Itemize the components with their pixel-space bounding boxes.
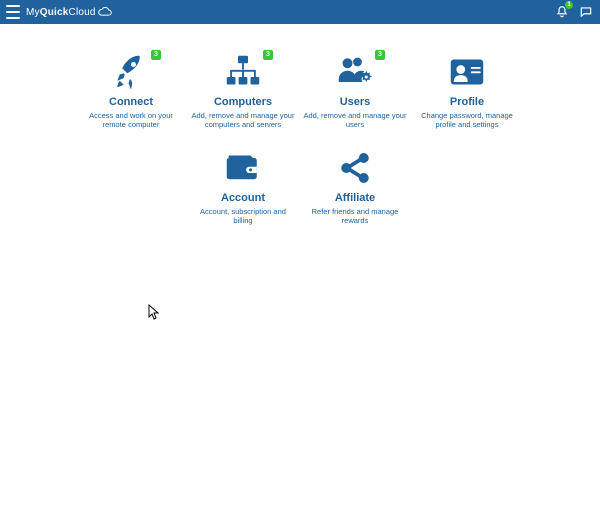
tiles-grid: 3 Connect Access and work on your remote… [75, 52, 525, 244]
id-card-icon [447, 52, 487, 92]
tile-title: Computers [191, 96, 295, 108]
notifications-count: 1 [565, 1, 573, 9]
tile-desc: Refer friends and manage rewards [303, 207, 407, 226]
tile-desc: Access and work on your remote computer [79, 111, 183, 130]
brand-part1: My [26, 7, 40, 18]
brand-part2: Quick [40, 7, 69, 18]
tile-desc: Add, remove and manage your computers an… [191, 111, 295, 130]
tile-computers[interactable]: 3 Computers Add, remove and manage your … [187, 52, 299, 130]
share-icon [335, 148, 375, 188]
network-icon [223, 52, 263, 92]
chat-button[interactable] [578, 4, 594, 20]
brand-logo[interactable]: MyQuickCloud [26, 7, 113, 18]
tile-users[interactable]: 3 Users Add, remove and manage your user… [299, 52, 411, 130]
tile-title: Connect [79, 96, 183, 108]
tile-title: Profile [415, 96, 519, 108]
notifications-button[interactable]: 1 [554, 4, 570, 20]
users-gear-icon [335, 52, 375, 92]
tile-affiliate[interactable]: Affiliate Refer friends and manage rewar… [299, 148, 411, 226]
tile-badge: 3 [151, 50, 161, 60]
rocket-icon [111, 52, 151, 92]
cloud-icon [97, 7, 113, 17]
tile-badge: 3 [375, 50, 385, 60]
menu-icon[interactable] [6, 5, 20, 19]
dashboard-content: 3 Connect Access and work on your remote… [0, 24, 600, 244]
tile-desc: Account, subscription and billing [191, 207, 295, 226]
tile-desc: Change password, manage profile and sett… [415, 111, 519, 130]
tile-profile[interactable]: Profile Change password, manage profile … [411, 52, 523, 130]
tile-title: Account [191, 192, 295, 204]
tile-title: Affiliate [303, 192, 407, 204]
mouse-cursor-icon [148, 304, 160, 320]
tile-connect[interactable]: 3 Connect Access and work on your remote… [75, 52, 187, 130]
wallet-icon [223, 148, 263, 188]
chat-icon [579, 5, 593, 19]
tile-desc: Add, remove and manage your users [303, 111, 407, 130]
app-header: MyQuickCloud 1 [0, 0, 600, 24]
tile-badge: 3 [263, 50, 273, 60]
tile-account[interactable]: Account Account, subscription and billin… [187, 148, 299, 226]
tile-title: Users [303, 96, 407, 108]
brand-part3: Cloud [69, 7, 96, 18]
